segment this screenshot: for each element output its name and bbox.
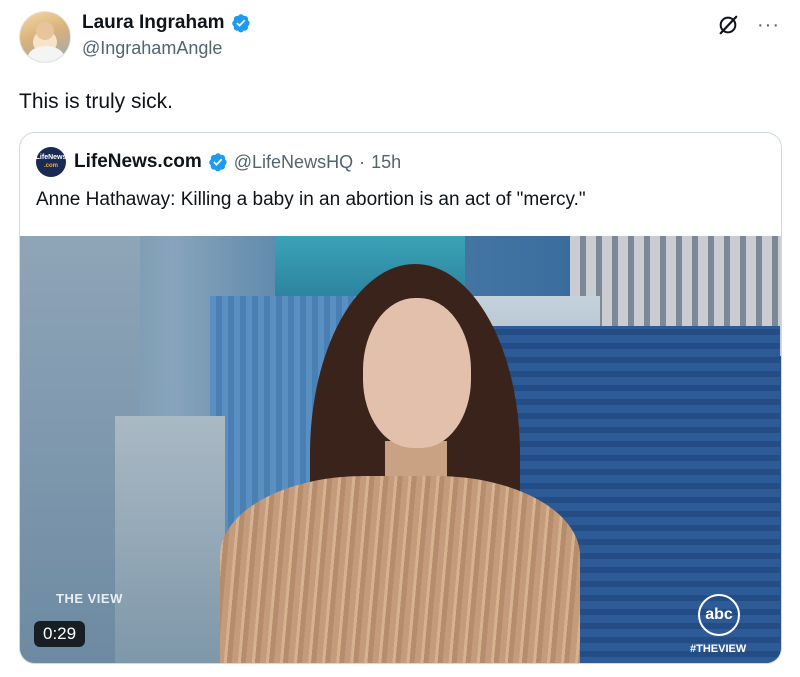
author-name[interactable]: Laura Ingraham [82,12,225,34]
speaker-face [363,298,471,448]
more-options-icon[interactable]: ··· [757,15,780,35]
quoted-tweet-card[interactable]: LifeNews .com LifeNews.com @LifeNewsHQ ·… [19,132,782,664]
show-hashtag: #THEVIEW [690,643,747,655]
quoted-tweet-time[interactable]: 15h [371,152,401,173]
avatar-logo-subtext: .com [43,163,58,169]
author-block: Laura Ingraham @IngrahamAngle [82,12,251,59]
quoted-author-name[interactable]: LifeNews.com [74,151,202,173]
quoted-author-avatar[interactable]: LifeNews .com [36,147,66,177]
quoted-author-handle[interactable]: @LifeNewsHQ [234,152,353,173]
video-player[interactable]: THE VIEW 0:29 abc #THEVIEW [20,236,781,663]
author-handle[interactable]: @IngrahamAngle [82,38,251,59]
background-building [115,416,225,663]
tweet-text: This is truly sick. [19,90,174,113]
verified-badge-icon [209,153,227,172]
quoted-tweet-header: LifeNews .com LifeNews.com @LifeNewsHQ ·… [36,147,401,177]
tweet-top-actions: ··· [717,14,780,36]
avatar-logo-text: LifeNews [35,154,67,161]
quoted-tweet-text: Anne Hathaway: Killing a baby in an abor… [36,189,586,210]
grok-icon[interactable] [717,14,739,36]
author-avatar[interactable] [19,11,71,63]
speaker-dress [220,476,580,663]
show-logo: THE VIEW [56,591,123,606]
dot-separator: · [359,151,366,172]
video-duration: 0:29 [34,621,86,647]
verified-badge-icon [231,14,250,33]
network-logo: abc [698,594,740,636]
